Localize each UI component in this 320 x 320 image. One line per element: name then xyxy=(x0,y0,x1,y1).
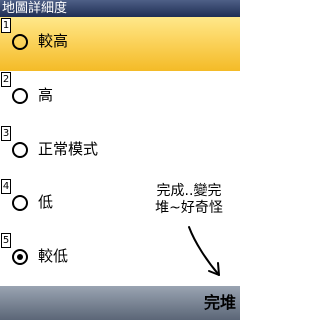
option-label: 高 xyxy=(38,86,54,104)
option-label: 較低 xyxy=(38,247,69,265)
radio-unselected-icon[interactable] xyxy=(12,34,28,50)
annotation-line: 堆~好奇怪 xyxy=(155,200,223,216)
radio-selected-icon[interactable] xyxy=(12,249,28,265)
option-number: 3 xyxy=(1,126,11,141)
radio-dot-icon xyxy=(17,254,23,260)
annotation-line: 完成..變完 xyxy=(156,183,222,199)
softkey-bar: 完堆 xyxy=(0,286,240,320)
option-highest[interactable]: 1 較高 xyxy=(0,17,240,71)
arrow-icon xyxy=(188,226,220,276)
option-high[interactable]: 2 高 xyxy=(0,71,240,125)
option-number: 2 xyxy=(1,72,11,87)
done-softkey-button[interactable]: 完堆 xyxy=(204,292,236,314)
option-label: 較高 xyxy=(38,32,69,50)
option-number: 1 xyxy=(1,18,11,33)
radio-unselected-icon[interactable] xyxy=(12,88,28,104)
option-normal[interactable]: 3 正常模式 xyxy=(0,125,240,179)
option-number: 5 xyxy=(1,233,11,248)
handwritten-annotation: 完成..變完 堆~好奇怪 xyxy=(143,183,235,217)
radio-unselected-icon[interactable] xyxy=(12,142,28,158)
radio-unselected-icon[interactable] xyxy=(12,195,28,211)
option-label: 正常模式 xyxy=(38,140,99,158)
option-label: 低 xyxy=(38,193,54,211)
page-title: 地圖詳細度 xyxy=(0,0,240,17)
option-number: 4 xyxy=(1,179,11,194)
